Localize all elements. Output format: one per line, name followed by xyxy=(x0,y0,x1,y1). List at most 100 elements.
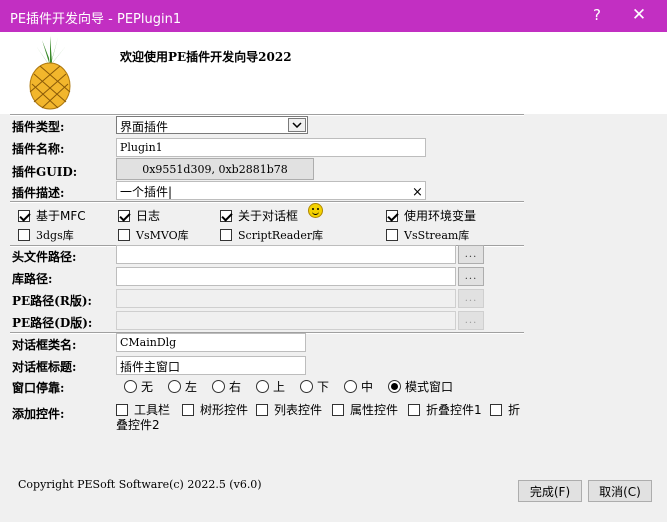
dialog-title-field[interactable]: 插件主窗口 xyxy=(116,356,306,375)
window-title: PE插件开发向导 - PEPlugin1 xyxy=(10,12,182,27)
chevron-down-icon[interactable] xyxy=(288,118,306,132)
clear-icon[interactable]: × xyxy=(412,185,423,200)
add-controls-label: 添加控件: xyxy=(12,407,65,421)
control-label: 树形控件 xyxy=(200,403,249,417)
dialog-title-label: 对话框标题: xyxy=(12,360,77,374)
pe-release-browse-button: ... xyxy=(458,289,484,308)
control-property[interactable]: 属性控件 xyxy=(332,401,398,418)
option-label: 日志 xyxy=(136,209,161,223)
control-tree[interactable]: 树形控件 xyxy=(182,401,248,418)
plugin-desc-value: 一个插件| xyxy=(120,185,173,199)
option-mfc[interactable]: 基于MFC xyxy=(18,207,86,224)
checkbox[interactable] xyxy=(118,209,130,222)
welcome-heading: 欢迎使用PE插件开发向导2022 xyxy=(120,50,292,64)
radio-label: 模式窗口 xyxy=(405,380,454,394)
option-env-vars[interactable]: 使用环境变量 xyxy=(386,207,476,224)
radio[interactable] xyxy=(300,380,313,393)
radio[interactable] xyxy=(168,380,181,393)
header-path-browse-button[interactable]: ... xyxy=(458,245,484,264)
copyright-text: Copyright PESoft Software(c) 2022.5 (v6.… xyxy=(18,478,262,491)
option-label: 使用环境变量 xyxy=(404,209,477,223)
radio-label: 上 xyxy=(273,380,286,394)
pe-debug-path-field xyxy=(116,311,456,330)
control-fold2-label-wrap: 叠控件2 xyxy=(116,418,160,432)
divider xyxy=(10,201,524,203)
option-label: ScriptReader库 xyxy=(238,229,324,242)
cancel-button[interactable]: 取消(C) xyxy=(588,480,652,502)
dock-option-right[interactable]: 右 xyxy=(212,378,241,395)
checkbox[interactable] xyxy=(386,229,398,241)
dialog-class-field[interactable]: CMainDlg xyxy=(116,333,306,352)
radio[interactable] xyxy=(124,380,137,393)
dock-option-modal[interactable]: 模式窗口 xyxy=(388,378,453,395)
checkbox[interactable] xyxy=(18,229,30,241)
dock-option-top[interactable]: 上 xyxy=(256,378,285,395)
checkbox[interactable] xyxy=(18,209,30,222)
pe-release-path-field xyxy=(116,289,456,308)
lib-path-label: 库路径: xyxy=(12,272,53,286)
checkbox[interactable] xyxy=(116,403,128,416)
dialog-class-value: CMainDlg xyxy=(120,336,177,349)
option-scriptreader[interactable]: ScriptReader库 xyxy=(220,227,323,243)
checkbox[interactable] xyxy=(256,403,268,416)
radio[interactable] xyxy=(212,380,225,393)
plugin-desc-field[interactable]: 一个插件| xyxy=(116,181,426,200)
dock-option-left[interactable]: 左 xyxy=(168,378,197,395)
pe-release-path-label: PE路径(R版): xyxy=(12,294,92,308)
header-path-field[interactable] xyxy=(116,245,456,264)
radio-label: 中 xyxy=(361,380,374,394)
checkbox[interactable] xyxy=(386,209,398,222)
lib-path-field[interactable] xyxy=(116,267,456,286)
checkbox[interactable] xyxy=(220,209,232,222)
plugin-name-field[interactable]: Plugin1 xyxy=(116,138,426,157)
dock-option-none[interactable]: 无 xyxy=(124,378,153,395)
dock-option-center[interactable]: 中 xyxy=(344,378,373,395)
plugin-type-select[interactable]: 界面插件 xyxy=(116,116,308,134)
title-bar: PE插件开发向导 - PEPlugin1 ? ✕ xyxy=(0,0,667,32)
header-path-label: 头文件路径: xyxy=(12,250,77,264)
control-label: 折 xyxy=(508,403,521,417)
close-button[interactable]: ✕ xyxy=(626,5,652,25)
radio-label: 右 xyxy=(229,380,242,394)
radio[interactable] xyxy=(388,380,401,393)
option-about-dialog[interactable]: 关于对话框 xyxy=(220,207,298,224)
option-label: VsStream库 xyxy=(404,229,470,242)
option-label: 3dgs库 xyxy=(36,229,74,242)
plugin-guid-label: 插件GUID: xyxy=(12,165,78,179)
checkbox[interactable] xyxy=(490,403,502,416)
checkbox[interactable] xyxy=(182,403,194,416)
option-vsmvo[interactable]: VsMVO库 xyxy=(118,227,189,243)
plugin-name-label: 插件名称: xyxy=(12,142,65,156)
control-label: 属性控件 xyxy=(350,403,399,417)
control-fold2[interactable]: 折 xyxy=(490,401,520,418)
dialog-title-value: 插件主窗口 xyxy=(120,360,181,374)
radio[interactable] xyxy=(344,380,357,393)
control-fold1[interactable]: 折叠控件1 xyxy=(408,401,482,418)
plugin-desc-label: 插件描述: xyxy=(12,186,65,200)
option-log[interactable]: 日志 xyxy=(118,207,160,224)
option-3dgs[interactable]: 3dgs库 xyxy=(18,227,74,243)
radio-label: 左 xyxy=(185,380,198,394)
checkbox[interactable] xyxy=(220,229,232,241)
radio[interactable] xyxy=(256,380,269,393)
option-label: VsMVO库 xyxy=(136,229,189,242)
dock-option-bottom[interactable]: 下 xyxy=(300,378,329,395)
pe-debug-browse-button: ... xyxy=(458,311,484,330)
radio-label: 无 xyxy=(141,380,154,394)
guid-generate-button[interactable]: 0x9551d309, 0xb2881b78 xyxy=(116,158,314,180)
pe-debug-path-label: PE路径(D版): xyxy=(12,316,93,330)
pineapple-icon xyxy=(29,36,71,110)
finish-button[interactable]: 完成(F) xyxy=(518,480,582,502)
checkbox[interactable] xyxy=(332,403,344,416)
control-list[interactable]: 列表控件 xyxy=(256,401,322,418)
option-vsstream[interactable]: VsStream库 xyxy=(386,227,469,243)
control-label: 列表控件 xyxy=(274,403,323,417)
checkbox[interactable] xyxy=(408,403,420,416)
control-label: 折叠控件1 xyxy=(426,403,482,417)
help-button[interactable]: ? xyxy=(586,6,608,24)
checkbox[interactable] xyxy=(118,229,130,241)
option-label: 关于对话框 xyxy=(238,209,299,223)
radio-label: 下 xyxy=(317,380,330,394)
lib-path-browse-button[interactable]: ... xyxy=(458,267,484,286)
option-label: 基于MFC xyxy=(36,209,86,223)
